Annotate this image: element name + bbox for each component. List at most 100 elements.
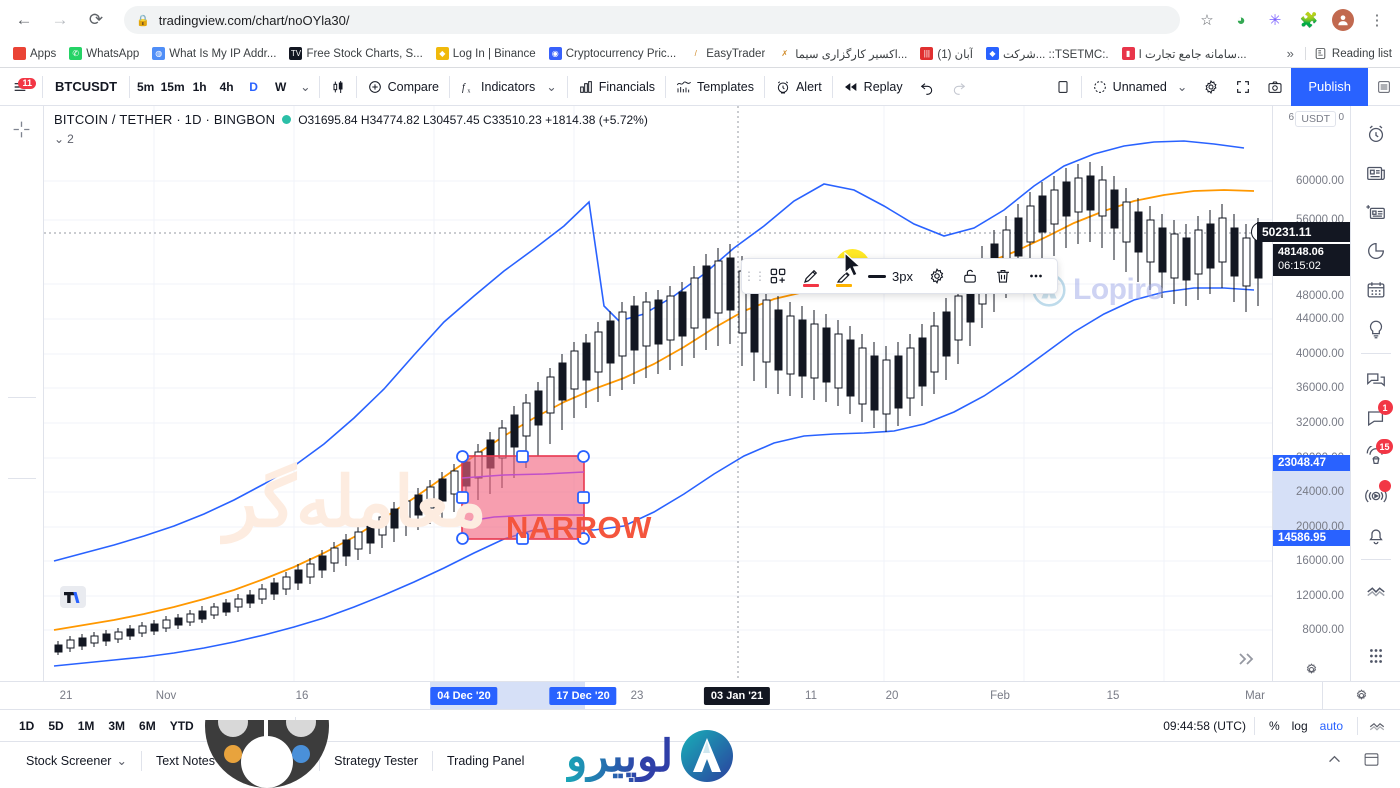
auto-scale-toggle[interactable]: auto — [1314, 716, 1349, 736]
range-1M[interactable]: 1M — [71, 716, 102, 736]
panel-icon[interactable] — [1355, 751, 1388, 771]
bookmark-star-icon[interactable]: ☆ — [1194, 7, 1220, 33]
measure-tool[interactable] — [5, 403, 39, 437]
drawing-mode-tool[interactable] — [5, 519, 39, 553]
bookmark-7[interactable]: ✗ اکسیر کارگزاری سیما... — [773, 45, 912, 63]
chart-canvas[interactable]: معامله‌گر Lopiro NARROW BITCOIN / TETHER… — [44, 106, 1272, 681]
fullscreen-button[interactable] — [1227, 73, 1259, 101]
address-bar[interactable]: 🔒 tradingview.com/chart/noOYla30/ — [124, 6, 1180, 34]
trend-line-tool[interactable] — [5, 147, 39, 181]
range-5Y[interactable]: 5Y — [229, 716, 258, 736]
range-5D[interactable]: 5D — [41, 716, 70, 736]
chat-icon[interactable] — [1358, 359, 1394, 398]
lock-drawings-tool[interactable] — [5, 554, 39, 588]
gear-icon[interactable] — [922, 262, 952, 290]
tab-trading-panel[interactable]: Trading Panel — [433, 742, 538, 780]
undo-button[interactable] — [911, 73, 943, 101]
bookmark-9[interactable]: ◆ شرکت... ::TSETMC:. — [981, 45, 1114, 63]
percent-scale-toggle[interactable]: % — [1263, 716, 1286, 736]
chevron-down-icon[interactable]: ⌄ — [1177, 79, 1187, 94]
bookmark-8[interactable]: ||| آبان (1) — [915, 45, 978, 63]
save-layout-button[interactable]: Unnamed ⌄ — [1084, 73, 1196, 101]
chrome-menu-icon[interactable]: ⋮ — [1364, 7, 1390, 33]
magnet-tool[interactable] — [5, 484, 39, 518]
object-tree-icon[interactable] — [1358, 636, 1394, 675]
timeframe-5m[interactable]: 5m — [132, 73, 159, 101]
favorites-tool[interactable] — [5, 357, 39, 391]
bookmark-0[interactable]: Apps — [8, 45, 61, 62]
alert-button[interactable]: Alert — [767, 73, 830, 101]
more-options-icon[interactable] — [1021, 262, 1051, 290]
chevron-down-icon[interactable]: ⌄ — [54, 132, 64, 146]
chevron-up-icon[interactable] — [1318, 751, 1351, 771]
broadcast-icon[interactable]: 15 — [1358, 437, 1394, 476]
bookmark-5[interactable]: ◉ Cryptocurrency Pric... — [544, 45, 682, 62]
extensions-icon[interactable]: 🧩 — [1296, 7, 1322, 33]
price-scale[interactable]: 6 USDT 0 60000.0056000.0052000.0048000.0… — [1251, 106, 1350, 681]
main-menu-button[interactable]: 11 — [0, 77, 40, 95]
range-YTD[interactable]: YTD — [163, 716, 201, 736]
replay-button[interactable]: Replay — [835, 73, 911, 101]
auto-scale-icon[interactable] — [1366, 717, 1388, 735]
range-All[interactable]: All — [258, 716, 287, 736]
unlock-icon[interactable] — [955, 262, 985, 290]
avatar[interactable] — [1330, 7, 1356, 33]
reload-button[interactable]: ⟳ — [82, 6, 110, 34]
remove-drawings-tool[interactable] — [5, 642, 39, 676]
text-tool[interactable] — [5, 252, 39, 286]
range-3M[interactable]: 3M — [101, 716, 132, 736]
tab-text-notes[interactable]: Text Notes — [142, 742, 229, 780]
compare-button[interactable]: Compare — [359, 73, 447, 101]
timeframe-1h[interactable]: 1h — [186, 73, 213, 101]
data-window-icon[interactable] — [1358, 192, 1394, 231]
chart-style-button[interactable] — [322, 73, 354, 101]
symbol-search-button[interactable]: BTCUSDT — [45, 73, 127, 101]
bookmark-2[interactable]: ◍ What Is My IP Addr... — [147, 45, 281, 62]
layout-select-button[interactable] — [1047, 73, 1079, 101]
chart-settings-button[interactable] — [1195, 73, 1227, 101]
chevron-down-icon[interactable]: ⌄ — [546, 79, 556, 94]
legend-symbol[interactable]: BITCOIN / TETHER · 1D · BINGBON — [54, 112, 275, 127]
bookmark-10[interactable]: ▮ سامانه جامع تجارت ا... — [1117, 45, 1252, 63]
chevron-down-icon[interactable]: ⌄ — [116, 753, 126, 768]
timeframe-4h[interactable]: 4h — [213, 73, 240, 101]
back-button[interactable]: ← — [10, 6, 38, 34]
bookmark-6[interactable]: / EasyTrader — [684, 45, 770, 62]
watchlist-icon[interactable] — [1358, 114, 1394, 153]
trash-icon[interactable] — [988, 262, 1018, 290]
stream-icon[interactable] — [1358, 476, 1394, 515]
timeframe-W[interactable]: W — [267, 73, 294, 101]
pencil-color-swatch[interactable] — [803, 284, 819, 287]
time-scale[interactable]: 21 Nov 16 04 Dec '20 17 Dec '20 23 03 Jan '21 1… — [0, 681, 1400, 709]
range-1Y[interactable]: 1Y — [201, 716, 230, 736]
range-6M[interactable]: 6M — [132, 716, 163, 736]
bookmarks-overflow-icon[interactable]: » — [1279, 46, 1302, 61]
pencil-icon[interactable] — [796, 262, 826, 290]
news-icon[interactable] — [1358, 153, 1394, 192]
hide-drawings-tool[interactable] — [5, 589, 39, 623]
financials-button[interactable]: Financials — [570, 73, 663, 101]
reading-list-button[interactable]: Reading list — [1304, 47, 1392, 60]
range-1D[interactable]: 1D — [12, 716, 41, 736]
comments-icon[interactable]: 1 — [1358, 398, 1394, 437]
chevron-down-icon[interactable]: ⌄ — [294, 73, 316, 101]
drawing-templates-icon[interactable] — [763, 262, 793, 290]
forward-button[interactable]: → — [46, 6, 74, 34]
timeframe-D[interactable]: D — [240, 73, 267, 101]
snapshot-button[interactable] — [1259, 73, 1291, 101]
bookmark-4[interactable]: ◆ Log In | Binance — [431, 45, 541, 62]
log-scale-toggle[interactable]: log — [1286, 716, 1314, 736]
patterns-tool[interactable] — [5, 287, 39, 321]
indicators-button[interactable]: f x Indicators ⌄ — [452, 73, 565, 101]
redo-button[interactable] — [943, 73, 975, 101]
chart-clock[interactable]: 09:44:58 (UTC) — [1163, 719, 1246, 733]
collapse-icon[interactable] — [1358, 571, 1394, 610]
tab-stock-screener[interactable]: Stock Screener ⌄ — [12, 742, 141, 780]
hotlist-icon[interactable] — [1358, 231, 1394, 270]
templates-button[interactable]: Templates — [668, 73, 762, 101]
alerts-icon[interactable] — [1358, 515, 1394, 554]
publish-button[interactable]: Publish — [1291, 67, 1368, 106]
zoom-tool[interactable] — [5, 438, 39, 472]
line-width-selector[interactable]: 3px — [862, 269, 919, 284]
bookmark-3[interactable]: TV Free Stock Charts, S... — [284, 45, 427, 62]
